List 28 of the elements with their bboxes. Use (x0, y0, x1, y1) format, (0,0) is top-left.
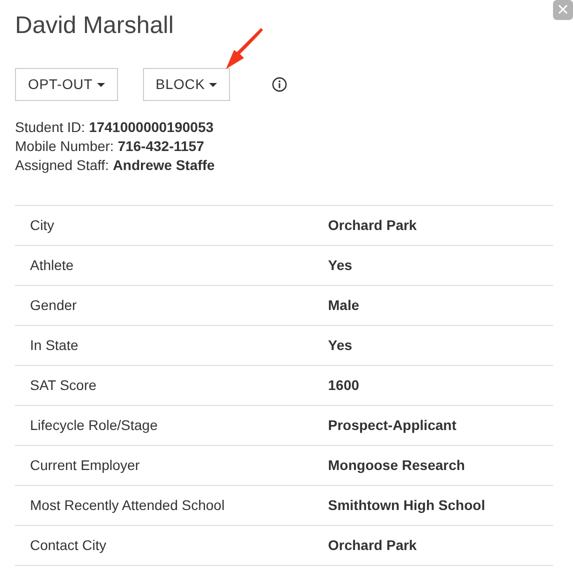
field-label: SAT Score (30, 377, 96, 393)
caret-icon (208, 82, 217, 86)
info-line: Mobile Number: 716-432-1157 (15, 137, 204, 156)
dialog-title: David Marshall (15, 11, 175, 41)
field-label: Lifecycle Role/Stage (30, 417, 158, 433)
field-label: Most Recently Attended School (30, 497, 225, 513)
field-value: Yes (328, 257, 352, 273)
field-label: Gender (30, 297, 77, 313)
info-line: Student ID: 1741000000190053 (15, 118, 214, 137)
field-value: Orchard Park (328, 217, 417, 233)
field-value: Yes (328, 337, 352, 353)
caret-icon (96, 82, 105, 86)
field-label: Current Employer (30, 457, 140, 473)
field-value: Smithtown High School (328, 497, 486, 513)
dropdown-button[interactable]: OPT-OUT (15, 68, 118, 101)
info-line: Assigned Staff: Andrewe Staffe (15, 156, 215, 175)
field-value: 1600 (328, 377, 360, 393)
field-label: Contact City (30, 537, 106, 553)
annotation-arrow (226, 28, 266, 70)
info-icon[interactable] (272, 77, 287, 92)
dropdown-button[interactable]: BLOCK (142, 68, 230, 101)
field-value: Orchard Park (328, 537, 417, 553)
field-value: Male (328, 297, 360, 313)
field-value: Mongoose Research (328, 457, 465, 473)
field-value: Prospect-Applicant (328, 417, 456, 433)
field-label: City (30, 217, 54, 233)
field-label: In State (30, 337, 78, 353)
field-label: Athlete (30, 257, 74, 273)
